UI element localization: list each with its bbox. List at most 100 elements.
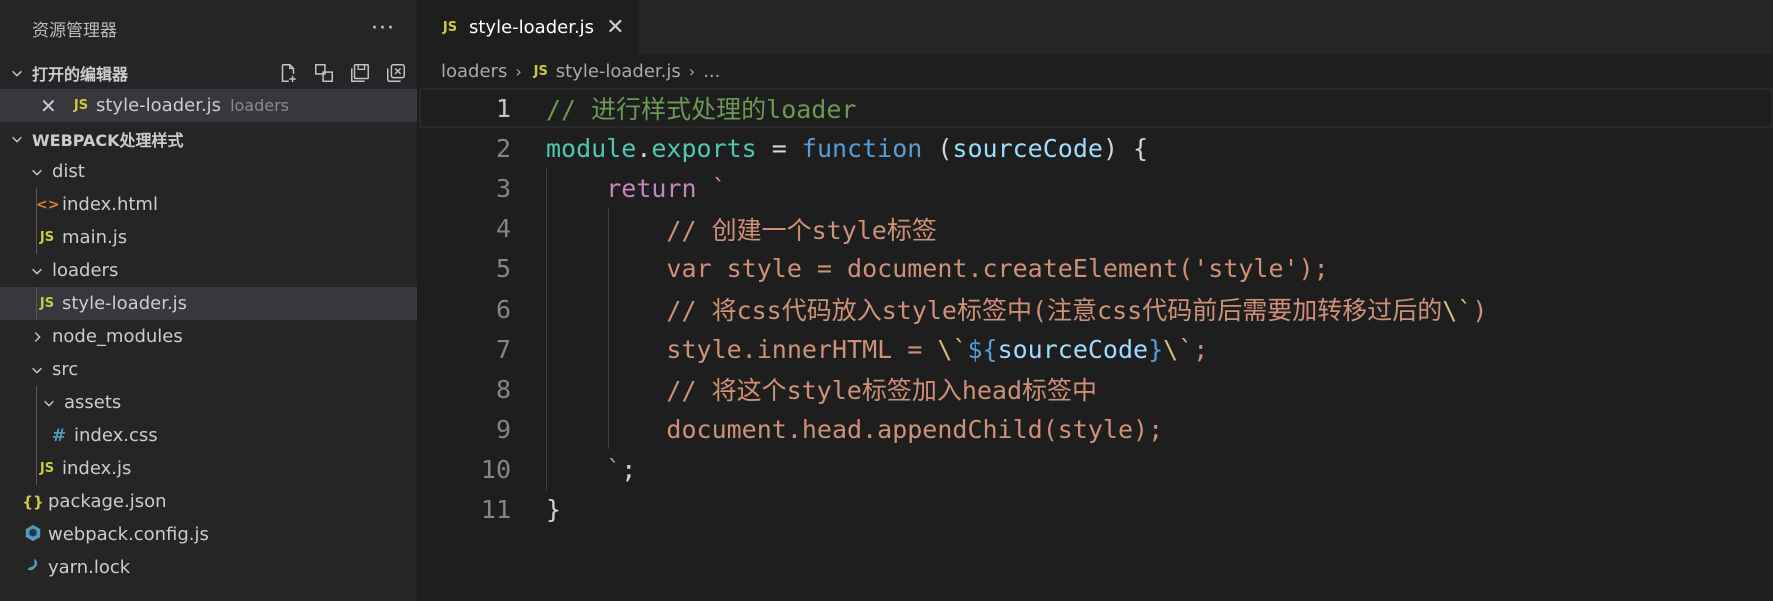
interpolation-token: } (1148, 334, 1164, 364)
tree-file-package-json[interactable]: {} package.json (0, 485, 417, 518)
close-tab-icon[interactable]: ✕ (606, 15, 624, 40)
open-editor-item[interactable]: ✕ JS style-loader.js loaders (0, 89, 417, 122)
module-token: module (546, 133, 637, 163)
open-editors-section[interactable]: 打开的编辑器 (0, 56, 417, 89)
variable-token: sourceCode (997, 334, 1149, 364)
tree-folder-node-modules[interactable]: node_modules (0, 320, 417, 353)
tree-item-label: yarn.lock (48, 557, 131, 578)
tree-folder-loaders[interactable]: loaders (0, 254, 417, 287)
tree-file-yarn-lock[interactable]: yarn.lock (0, 551, 417, 584)
line-number: 7 (495, 334, 511, 364)
code-editor[interactable]: 1 // 进行样式处理的loader 2 module.exports = fu… (419, 88, 1773, 530)
chevron-down-icon (40, 394, 58, 412)
tree-item-label: index.css (74, 425, 158, 446)
save-all-icon[interactable] (349, 62, 371, 84)
javascript-file-icon: JS (533, 64, 548, 79)
function-keyword: function (801, 133, 923, 163)
javascript-file-icon: JS (39, 461, 55, 476)
string-token: style.innerHTML = (666, 334, 938, 364)
tree-item-label: assets (64, 392, 122, 413)
tab-label: style-loader.js (469, 17, 595, 38)
code-text: return ` (546, 173, 727, 203)
param-token: sourceCode (952, 133, 1103, 163)
string-token: // 将css代码放入style标签中(注意css代码前后需要加转移过后的 (666, 296, 1443, 326)
tree-file-index-html[interactable]: <> index.html (0, 188, 417, 221)
chevron-right-icon: › (688, 62, 696, 81)
yarn-icon (22, 557, 44, 579)
code-text: // 将这个style标签加入head标签中 (546, 371, 1097, 407)
chevron-right-icon: › (515, 62, 522, 81)
indent-guide (36, 452, 37, 485)
interpolation-token: ${ (967, 334, 998, 364)
tree-folder-src[interactable]: src (0, 353, 417, 386)
explorer-header: 资源管理器 ··· (0, 0, 417, 56)
tree-item-label: loaders (52, 260, 119, 281)
code-text: style.innerHTML = \`${sourceCode}\`; (546, 335, 1208, 364)
breadcrumb-symbol-ellipsis[interactable]: ... (703, 61, 720, 82)
json-file-icon: {} (22, 492, 44, 511)
tree-item-label: index.js (62, 458, 132, 479)
toggle-vertical-horizontal-layout-icon[interactable] (313, 62, 335, 84)
code-line: 8 // 将这个style标签加入head标签中 (419, 369, 1773, 409)
tab-bar: JS style-loader.js ✕ (419, 0, 1773, 55)
open-editors-label: 打开的编辑器 (32, 64, 129, 84)
line-number: 5 (495, 254, 511, 284)
line-number: 4 (495, 214, 511, 244)
line-number: 2 (495, 133, 511, 163)
tree-file-index-js[interactable]: JS index.js (0, 452, 417, 485)
tree-item-label: dist (52, 161, 85, 182)
tree-folder-assets[interactable]: assets (0, 386, 417, 419)
code-line: 7 style.innerHTML = \`${sourceCode}\`; (419, 329, 1773, 369)
line-number: 8 (495, 374, 511, 404)
code-line: 11 } (419, 490, 1773, 530)
tree-item-label: main.js (62, 227, 128, 248)
code-line: 9 document.head.appendChild(style); (419, 410, 1773, 450)
exports-token: exports (651, 133, 757, 163)
return-keyword: return (606, 173, 697, 203)
tab-style-loader-js[interactable]: JS style-loader.js ✕ (419, 0, 639, 55)
close-all-editors-icon[interactable] (385, 62, 407, 84)
open-editor-folder: loaders (230, 96, 290, 115)
brace-token: } (546, 495, 562, 525)
code-text: `; (546, 455, 636, 484)
line-number: 6 (495, 294, 511, 324)
tree-file-index-css[interactable]: # index.css (0, 419, 417, 452)
breadcrumb-folder[interactable]: loaders (441, 61, 507, 82)
tree-item-label: style-loader.js (62, 293, 188, 314)
code-line: 5 var style = document.createElement('st… (419, 249, 1773, 289)
css-file-icon: # (51, 425, 67, 446)
indent-guide (36, 221, 37, 254)
escape-token: \` (937, 334, 968, 364)
code-text: // 进行样式处理的loader (546, 90, 856, 126)
project-section[interactable]: WEBPACK处理样式 (0, 122, 417, 155)
more-actions-icon[interactable]: ··· (371, 16, 395, 41)
breadcrumb-file[interactable]: style-loader.js (556, 61, 681, 82)
line-number: 10 (480, 455, 511, 485)
string-token: // 将这个style标签加入head标签中 (666, 376, 1098, 406)
line-number: 11 (480, 495, 511, 525)
new-untitled-file-icon[interactable] (277, 62, 299, 84)
tree-file-webpack-config[interactable]: webpack.config.js (0, 518, 417, 551)
javascript-file-icon: JS (442, 20, 458, 35)
html-file-icon: <> (36, 196, 60, 213)
javascript-file-icon: JS (73, 98, 89, 113)
close-editor-icon[interactable]: ✕ (40, 96, 58, 116)
indent-guide (36, 287, 37, 320)
string-token: ; (1193, 334, 1209, 364)
explorer-title: 资源管理器 (32, 20, 117, 41)
code-line: 1 // 进行样式处理的loader (419, 88, 1773, 129)
template-start: ` (696, 173, 727, 203)
tree-file-main-js[interactable]: JS main.js (0, 221, 417, 254)
code-line: 10 `; (419, 450, 1773, 490)
tree-folder-dist[interactable]: dist (0, 155, 417, 188)
webpack-icon (22, 524, 44, 546)
chevron-down-icon (28, 361, 46, 379)
open-editor-filename: style-loader.js (96, 95, 222, 116)
escape-token: \` (1163, 334, 1194, 364)
code-text: var style = document.createElement('styl… (546, 254, 1328, 283)
escape-token: \` (1442, 296, 1473, 326)
chevron-down-icon (8, 130, 26, 148)
chevron-down-icon (8, 64, 26, 82)
tree-file-style-loader-js[interactable]: JS style-loader.js (0, 287, 417, 320)
indent-guide (36, 188, 37, 221)
